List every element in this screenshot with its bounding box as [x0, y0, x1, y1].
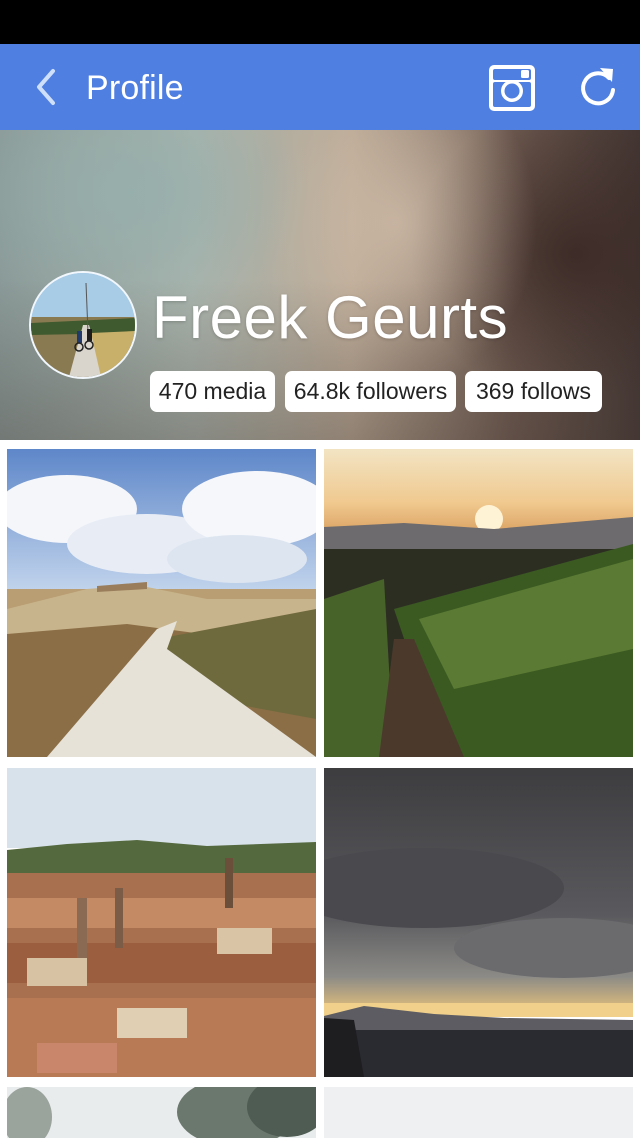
- media-count-badge[interactable]: 470 media: [150, 371, 275, 412]
- profile-header: Freek Geurts 470 media 64.8k followers 3…: [0, 130, 640, 440]
- page-title: Profile: [86, 69, 184, 107]
- app-bar: Profile: [0, 44, 640, 130]
- photo-gravel-road[interactable]: [7, 449, 316, 757]
- refresh-button[interactable]: [576, 64, 620, 110]
- profile-name: Freek Geurts: [152, 284, 509, 351]
- photo-stormy-sea[interactable]: [324, 768, 633, 1077]
- photo-pale-sky[interactable]: [324, 1087, 633, 1138]
- refresh-icon: [581, 68, 615, 106]
- followers-count-badge[interactable]: 64.8k followers: [285, 371, 456, 412]
- instagram-icon: [489, 65, 535, 111]
- chevron-left-icon: [37, 69, 55, 105]
- photo-trees[interactable]: [7, 1087, 316, 1138]
- follows-count-badge[interactable]: 369 follows: [465, 371, 602, 412]
- avatar[interactable]: [29, 271, 137, 379]
- photo-vineyard-sunset[interactable]: [324, 449, 633, 757]
- instagram-button[interactable]: [488, 64, 536, 112]
- photo-city-rooftops[interactable]: [7, 768, 316, 1077]
- back-button[interactable]: [22, 62, 70, 112]
- avatar-image: [31, 273, 135, 377]
- status-bar: [0, 0, 640, 44]
